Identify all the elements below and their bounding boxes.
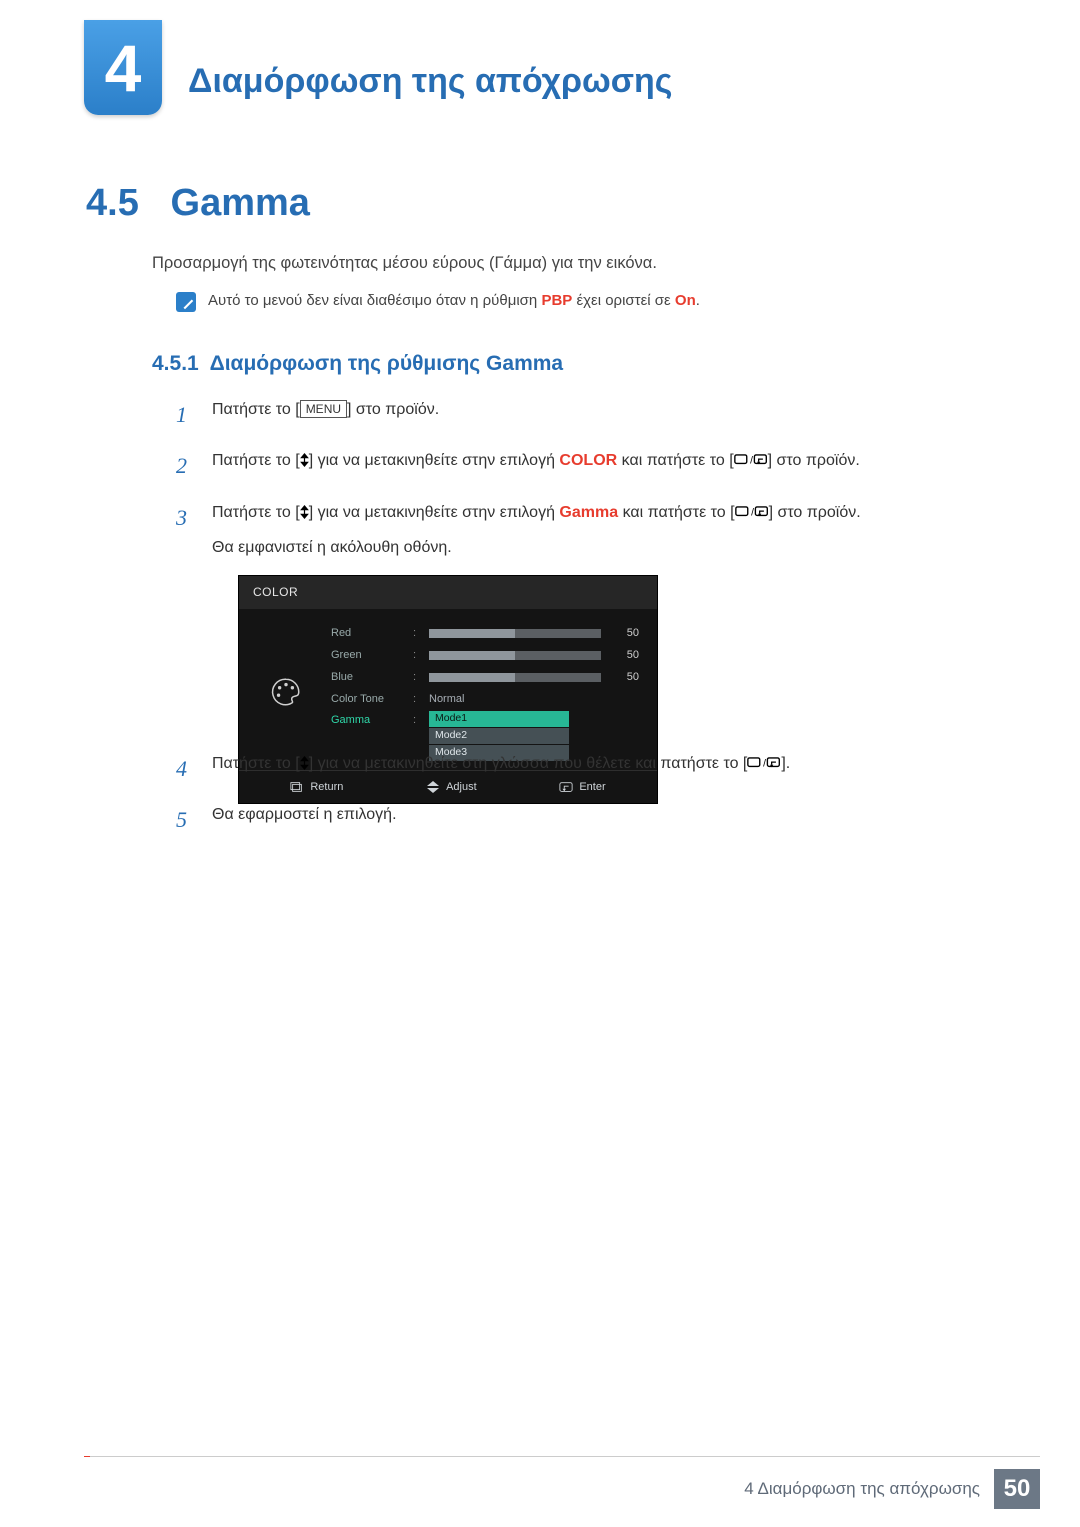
osd-row-colortone: Color Tone : Normal — [331, 689, 639, 711]
note-mid: έχει οριστεί σε — [572, 292, 675, 309]
step-5-text: Θα εφαρμοστεί η επιλογή. — [212, 801, 397, 838]
step-2-text-d: ] στο προϊόν. — [768, 452, 860, 469]
step-3-text-b: ] για να μετακινηθείτε στην επιλογή — [309, 504, 560, 521]
osd-label-gamma: Gamma — [331, 711, 403, 730]
section-number: 4.5 — [86, 182, 139, 224]
enter-icon: / — [735, 505, 769, 519]
osd-slider-blue — [429, 673, 601, 682]
footer-text: 4 Διαμόρφωση της απόχρωσης — [744, 1479, 980, 1499]
osd-label-blue: Blue — [331, 668, 403, 687]
step-2-keyword: COLOR — [559, 452, 617, 469]
osd-label-colortone: Color Tone — [331, 690, 403, 709]
step-2-text-c: και πατήστε το [ — [617, 452, 733, 469]
steps-lower: 4 Πατήστε το [ ] για να μετακινηθείτε στη… — [176, 750, 986, 853]
osd-value-red: 50 — [611, 624, 639, 643]
step-1-number: 1 — [176, 396, 194, 433]
note-icon — [176, 292, 196, 312]
up-down-icon — [300, 756, 309, 770]
osd-slider-green — [429, 651, 601, 660]
step-3-text-d: ] στο προϊόν. — [769, 504, 861, 521]
step-1-text-b: ] στο προϊόν. — [347, 401, 439, 418]
step-2-number: 2 — [176, 447, 194, 484]
step-2-text-b: ] για να μετακινηθείτε στην επιλογή — [309, 452, 560, 469]
enter-icon: / — [734, 453, 768, 467]
page-number: 50 — [994, 1469, 1040, 1509]
up-down-icon — [300, 505, 309, 519]
step-4-text-c: ]. — [781, 755, 790, 772]
note-on: On — [675, 292, 696, 309]
footer-rule — [84, 1456, 1040, 1457]
section-intro: Προσαρμογή της φωτεινότητας μέσου εύρους… — [152, 254, 657, 273]
osd-gamma-mode1: Mode1 — [429, 711, 569, 727]
enter-icon: / — [747, 756, 781, 770]
osd-value-blue: 50 — [611, 668, 639, 687]
subsection-title: Διαμόρφωση της ρύθμισης Gamma — [210, 352, 563, 375]
svg-text:/: / — [750, 456, 753, 467]
note-pre: Αυτό το μενού δεν είναι διαθέσιμο όταν η… — [208, 292, 541, 309]
step-1-text-a: Πατήστε το [ — [212, 401, 300, 418]
menu-button-glyph: MENU — [300, 400, 347, 418]
step-1: 1 Πατήστε το [MENU] στο προϊόν. — [176, 396, 986, 433]
subsection-number: 4.5.1 — [152, 352, 199, 375]
note-pbp: PBP — [541, 292, 572, 309]
section-heading: 4.5 Gamma — [86, 182, 310, 225]
step-2-text-a: Πατήστε το [ — [212, 452, 300, 469]
step-3-text-a: Πατήστε το [ — [212, 504, 300, 521]
note-text: Αυτό το μενού δεν είναι διαθέσιμο όταν η… — [208, 292, 700, 309]
osd-slider-red — [429, 629, 601, 638]
step-4-text-a: Πατήστε το [ — [212, 755, 300, 772]
svg-text:/: / — [751, 507, 754, 518]
osd-gamma-mode2: Mode2 — [429, 728, 569, 744]
up-down-icon — [300, 453, 309, 467]
subsection-heading: 4.5.1 Διαμόρφωση της ρύθμισης Gamma — [152, 352, 563, 376]
osd-label-green: Green — [331, 646, 403, 665]
osd-row-red: Red : 50 — [331, 623, 639, 645]
page-footer: 4 Διαμόρφωση της απόχρωσης 50 — [744, 1469, 1040, 1509]
osd-title: COLOR — [239, 576, 657, 608]
svg-text:/: / — [764, 758, 767, 769]
step-3-text-c: και πατήστε το [ — [618, 504, 734, 521]
section-title: Gamma — [171, 182, 310, 224]
osd-row-blue: Blue : 50 — [331, 667, 639, 689]
step-5: 5 Θα εφαρμοστεί η επιλογή. — [176, 801, 986, 838]
note-post: . — [696, 292, 700, 309]
osd-palette-icon — [257, 623, 315, 762]
step-4-number: 4 — [176, 750, 194, 787]
step-2: 2 Πατήστε το [ ] για να μετακινηθείτε στη… — [176, 447, 986, 484]
step-4-text-b: ] για να μετακινηθείτε στη γλώσσα που θέ… — [309, 755, 748, 772]
osd-value-green: 50 — [611, 646, 639, 665]
osd-label-red: Red — [331, 624, 403, 643]
step-5-number: 5 — [176, 801, 194, 838]
chapter-title: Διαμόρφωση της απόχρωσης — [188, 62, 672, 115]
chapter-header: 4 Διαμόρφωση της απόχρωσης — [84, 20, 672, 115]
osd-row-green: Green : 50 — [331, 645, 639, 667]
footer-accent — [84, 1456, 90, 1457]
chapter-number-badge: 4 — [84, 20, 162, 115]
osd-value-colortone: Normal — [429, 690, 464, 709]
note: Αυτό το μενού δεν είναι διαθέσιμο όταν η… — [176, 292, 700, 312]
step-3-text-e: Θα εμφανιστεί η ακόλουθη οθόνη. — [212, 534, 861, 561]
step-4: 4 Πατήστε το [ ] για να μετακινηθείτε στη… — [176, 750, 986, 787]
step-3-keyword: Gamma — [559, 504, 618, 521]
